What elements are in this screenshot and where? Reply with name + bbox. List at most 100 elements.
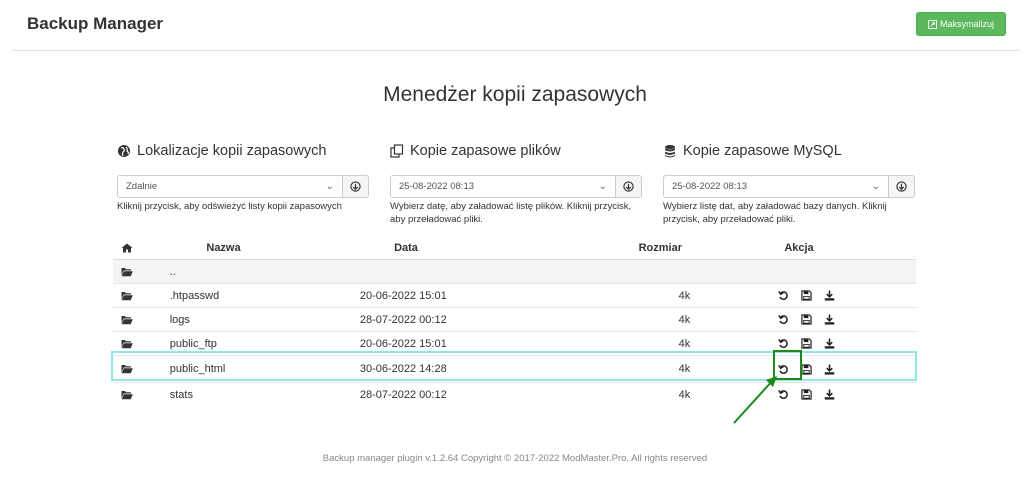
panel-title: Kopie zapasowe plików (410, 143, 561, 159)
file-name[interactable]: logs (141, 314, 305, 326)
restore-button[interactable] (777, 389, 789, 401)
save-button[interactable] (800, 314, 812, 326)
database-icon (665, 145, 675, 158)
folder-open-icon (121, 339, 133, 348)
file-date: 20-06-2022 15:01 (359, 337, 447, 350)
backup-file-table: Nazwa Data Rozmiar Akcja .. .htpasswd 20… (113, 237, 916, 406)
chevron-down-icon: ⌄ (325, 181, 334, 192)
file-size: 4k (678, 388, 691, 401)
restore-button[interactable] (777, 314, 789, 326)
restore-button[interactable] (777, 338, 789, 350)
file-name[interactable]: public_ftp (141, 338, 305, 350)
chevron-down-icon: ⌄ (871, 181, 880, 192)
restore-icon (777, 364, 788, 374)
select-value: 25-08-2022 08:13 (399, 181, 475, 192)
download-icon (824, 338, 834, 349)
circle-arrow-icon (623, 181, 634, 192)
save-button[interactable] (800, 363, 812, 375)
mysql-backup-date-select[interactable]: 25-08-2022 08:13 ⌄ (663, 175, 889, 198)
table-row[interactable]: public_ftp 20-06-2022 15:01 4k (113, 332, 916, 356)
select-value: Zdalnie (126, 181, 158, 192)
download-icon (824, 363, 834, 375)
download-icon (824, 314, 834, 325)
floppy-disk-icon (800, 314, 812, 325)
maximize-label: Maksymalizuj (939, 19, 994, 29)
help-text: Wybierz datę, aby załadować listę plików… (390, 201, 632, 225)
reload-files-button[interactable] (616, 175, 642, 198)
folder-open-icon (121, 365, 133, 374)
floppy-disk-icon (800, 363, 812, 375)
table-row[interactable]: logs 28-07-2022 00:12 4k (113, 308, 916, 332)
refresh-locations-button[interactable] (343, 175, 369, 198)
header-divider (12, 50, 1020, 51)
save-button[interactable] (800, 290, 812, 302)
restore-button[interactable] (777, 290, 789, 302)
file-date: 28-07-2022 00:12 (359, 313, 447, 326)
download-button[interactable] (823, 363, 835, 375)
circle-arrow-icon (350, 181, 361, 192)
table-row[interactable]: .. (113, 260, 916, 284)
select-value: 25-08-2022 08:13 (672, 181, 748, 192)
help-text: Wybierz listę dat, aby załadować bazy da… (663, 201, 887, 225)
page-title: Menedżer kopii zapasowych (383, 83, 647, 106)
file-name[interactable]: .. (141, 266, 305, 278)
floppy-disk-icon (800, 389, 812, 400)
floppy-disk-icon (800, 338, 812, 349)
save-button[interactable] (800, 338, 812, 350)
folder-open-icon (121, 291, 133, 300)
restore-icon (777, 290, 788, 300)
download-button[interactable] (823, 338, 835, 350)
table-row[interactable]: stats 28-07-2022 00:12 4k (113, 383, 916, 406)
table-row[interactable]: .htpasswd 20-06-2022 15:01 4k (113, 284, 916, 308)
restore-icon (777, 338, 788, 348)
download-icon (824, 290, 834, 301)
backup-locations-panel: Lokalizacje kopii zapasowych Zdalnie ⌄ K… (117, 140, 371, 212)
header-name[interactable]: Nazwa (141, 242, 306, 254)
panel-title: Lokalizacje kopii zapasowych (137, 143, 327, 159)
file-backup-date-select[interactable]: 25-08-2022 08:13 ⌄ (390, 175, 616, 198)
location-select[interactable]: Zdalnie ⌄ (117, 175, 343, 198)
mysql-backups-panel: Kopie zapasowe MySQL 25-08-2022 08:13 ⌄ … (663, 140, 917, 225)
restore-icon (777, 389, 788, 399)
download-button[interactable] (823, 290, 835, 302)
maximize-button[interactable]: Maksymalizuj (916, 12, 1006, 36)
file-size: 4k (678, 337, 691, 350)
reload-databases-button[interactable] (889, 175, 915, 198)
globe-icon (118, 145, 130, 157)
folder-open-icon (121, 315, 133, 324)
file-date: 30-06-2022 14:28 (359, 363, 447, 375)
restore-button[interactable] (777, 363, 789, 375)
app-title: Backup Manager (27, 14, 164, 33)
file-size: 4k (678, 313, 691, 326)
save-button[interactable] (800, 389, 812, 401)
file-name[interactable]: stats (141, 389, 305, 401)
help-text: Kliknij przycisk, aby odświeżyć listy ko… (117, 201, 342, 212)
download-button[interactable] (823, 314, 835, 326)
chevron-down-icon: ⌄ (598, 181, 607, 192)
panel-title: Kopie zapasowe MySQL (683, 143, 842, 159)
home-icon (121, 243, 133, 253)
copy-icon (390, 144, 404, 158)
file-size: 4k (678, 363, 691, 375)
file-backups-panel: Kopie zapasowe plików 25-08-2022 08:13 ⌄… (390, 140, 644, 225)
download-icon (824, 389, 834, 400)
download-button[interactable] (823, 389, 835, 401)
file-name[interactable]: .htpasswd (141, 290, 305, 302)
footer-copyright: Backup manager plugin v.1.2.64 Copyright… (322, 453, 708, 464)
file-name[interactable]: public_html (141, 363, 305, 375)
expand-icon (927, 19, 937, 29)
header-action: Akcja (784, 242, 814, 254)
table-header: Nazwa Data Rozmiar Akcja (113, 237, 916, 260)
floppy-disk-icon (800, 290, 812, 301)
file-size: 4k (678, 289, 691, 302)
folder-open-icon (121, 267, 133, 276)
header-size[interactable]: Rozmiar (506, 242, 682, 254)
file-date: 28-07-2022 00:12 (359, 388, 447, 401)
folder-open-icon (121, 390, 133, 399)
table-row[interactable]: public_html 30-06-2022 14:28 4k (113, 356, 916, 383)
restore-icon (777, 314, 788, 324)
circle-arrow-icon (896, 181, 907, 192)
top-bar: Backup Manager Maksymalizuj (0, 0, 1024, 50)
header-date[interactable]: Data (306, 242, 506, 254)
file-date: 20-06-2022 15:01 (359, 289, 447, 302)
